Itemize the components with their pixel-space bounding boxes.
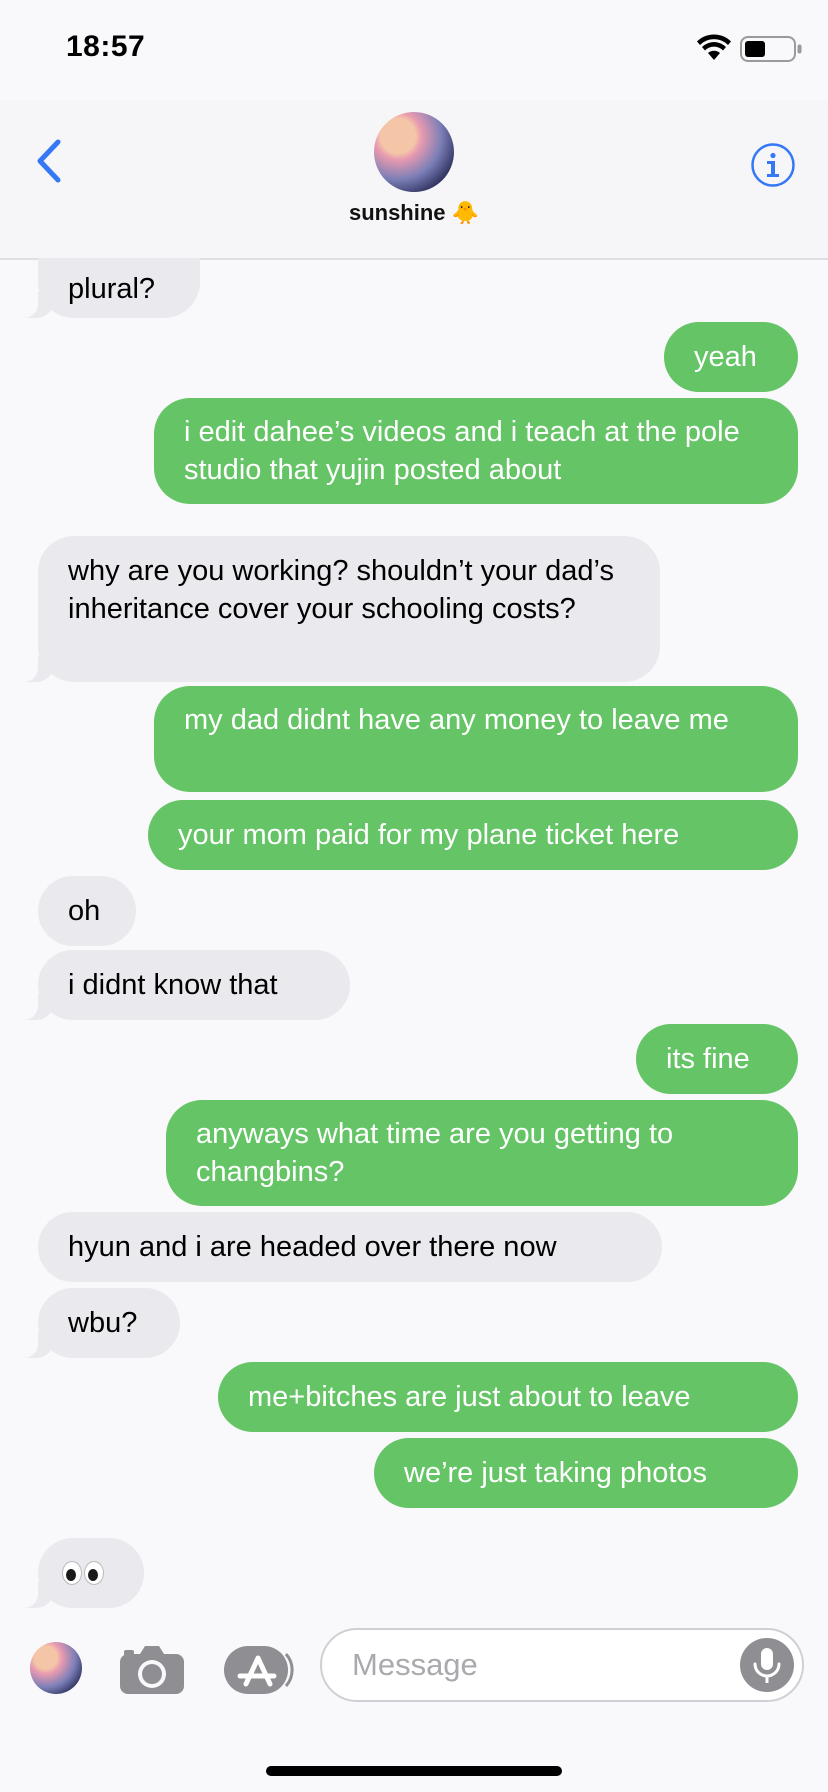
message-text: oh [68,895,101,927]
message-text: hyun and i are headed over there now [68,1231,557,1263]
battery-icon [740,36,802,62]
message-bubble-outgoing[interactable]: we’re just taking photos [374,1438,798,1508]
message-text: plural? [68,273,156,305]
message-bubble-incoming[interactable]: plural? [14,258,200,318]
message-text: we’re just taking photos [404,1457,708,1489]
message-text: i edit dahee’s videos and i teach at the… [184,416,740,486]
message-bubble-outgoing[interactable]: i edit dahee’s videos and i teach at the… [154,398,798,504]
message-list[interactable]: plural? yeah i edit dahee’s videos and i… [0,258,828,1610]
wifi-icon [697,34,731,60]
message-bubble-outgoing[interactable]: anyways what time are you getting to cha… [166,1100,798,1206]
message-bubble-outgoing[interactable]: me+bitches are just about to leave [218,1362,798,1432]
compose-bar: Message [0,1610,828,1720]
microphone-icon [753,1648,781,1683]
status-time: 18:57 [66,30,146,63]
message-bubble-incoming[interactable]: i didnt know that [14,950,350,1020]
message-input[interactable]: Message [320,1628,804,1702]
contact-name[interactable]: sunshine 🐥 [0,200,828,226]
eyes-emoji-icon [62,1538,120,1608]
contact-avatar[interactable] [374,112,454,192]
message-bubble-outgoing[interactable]: your mom paid for my plane ticket here [148,800,798,870]
message-bubble-incoming[interactable] [14,1538,144,1608]
message-text: my dad didnt have any money to leave me [184,704,729,736]
back-chevron-icon[interactable] [34,138,64,184]
message-text: your mom paid for my plane ticket here [178,819,680,851]
message-bubble-outgoing[interactable]: its fine [636,1024,798,1094]
message-bubble-outgoing[interactable]: yeah [664,322,798,392]
status-bar: 18:57 [0,0,828,100]
message-bubble-outgoing[interactable]: my dad didnt have any money to leave me [154,686,798,792]
message-text: me+bitches are just about to leave [248,1381,691,1413]
message-text: wbu? [68,1307,138,1339]
memoji-avatar-button[interactable] [30,1642,82,1694]
message-text: yeah [694,341,757,373]
message-bubble-incoming[interactable]: oh [38,876,136,946]
message-placeholder: Message [352,1647,478,1682]
message-bubble-incoming[interactable]: wbu? [14,1288,180,1358]
message-text: its fine [666,1043,750,1075]
conversation-header: sunshine 🐥 [0,100,828,260]
home-indicator[interactable] [266,1766,562,1776]
info-icon[interactable] [750,142,796,188]
message-bubble-incoming[interactable]: why are you working? shouldn’t your dad’… [14,536,660,682]
app-store-icon[interactable] [222,1644,294,1696]
microphone-button[interactable] [740,1638,794,1692]
message-text: i didnt know that [68,969,278,1001]
camera-icon[interactable] [118,1644,186,1696]
message-bubble-incoming[interactable]: hyun and i are headed over there now [38,1212,662,1282]
message-text: why are you working? shouldn’t your dad’… [68,555,614,625]
message-text: anyways what time are you getting to cha… [196,1118,674,1188]
